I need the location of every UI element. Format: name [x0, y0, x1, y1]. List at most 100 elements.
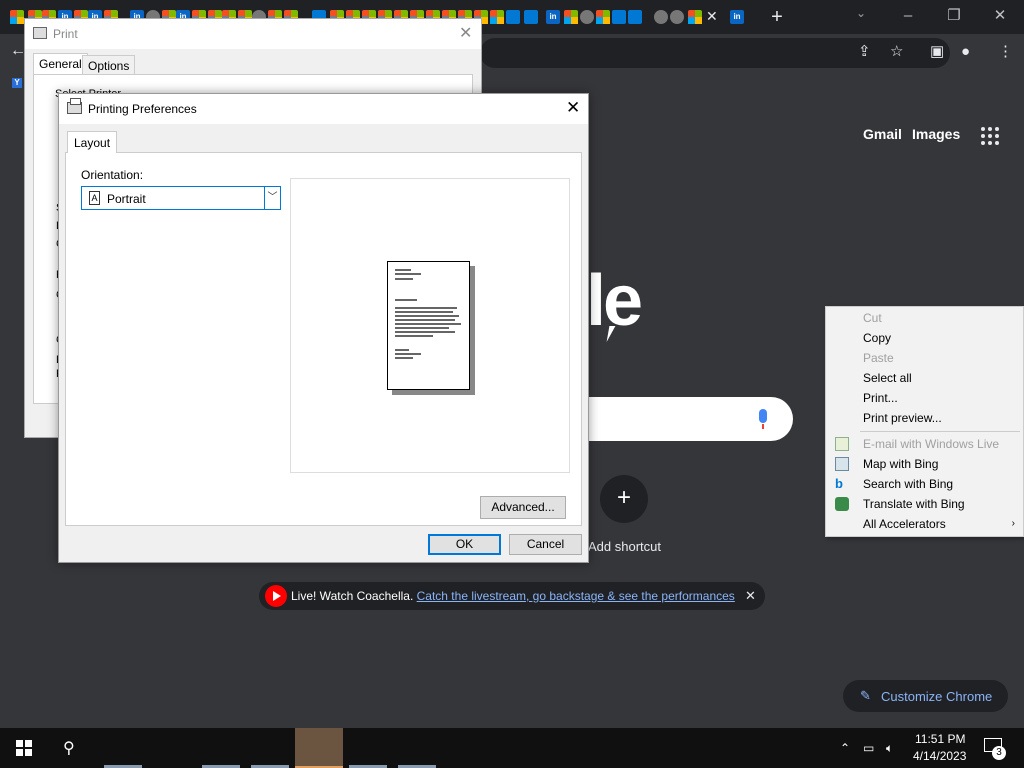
preview-text-line: [395, 335, 433, 337]
printing-preferences-titlebar: Printing Preferences ✕: [59, 94, 588, 124]
tab-favicon-generic-icon[interactable]: [580, 10, 594, 24]
share-icon[interactable]: ⇪: [858, 44, 871, 60]
menu-item-all-accelerators[interactable]: All Accelerators ›: [826, 514, 1023, 534]
cancel-button[interactable]: Cancel: [509, 534, 582, 555]
window-close-icon[interactable]: ✕: [990, 6, 1010, 26]
orientation-dropdown[interactable]: A Portrait ﹀: [81, 186, 281, 210]
tab-favicon-edge-icon[interactable]: [628, 10, 642, 24]
advanced-button[interactable]: Advanced...: [480, 496, 566, 519]
profile-icon[interactable]: ●: [961, 44, 970, 60]
bing-icon: b: [835, 476, 843, 491]
microphone-icon[interactable]: [759, 409, 767, 429]
menu-kebab-icon[interactable]: ⋮: [998, 44, 1013, 60]
network-icon[interactable]: ▭: [863, 741, 874, 755]
address-bar[interactable]: [480, 38, 950, 68]
windows-start-icon[interactable]: [16, 740, 32, 756]
menu-item-label: Translate with Bing: [863, 497, 965, 511]
restore-icon[interactable]: ❐: [944, 6, 964, 26]
preview-text-line: [395, 311, 453, 313]
menu-item-map-with-bing[interactable]: Map with Bing: [826, 454, 1023, 474]
images-link[interactable]: Images: [912, 126, 960, 142]
print-close-icon[interactable]: ✕: [459, 23, 472, 43]
tab-favicon-microsoft-icon[interactable]: [596, 10, 610, 24]
preview-page: [387, 261, 470, 390]
promo-message: Live! Watch Coachella.: [291, 589, 414, 603]
promo-link[interactable]: Catch the livestream, go backstage & see…: [417, 589, 735, 603]
tab-search-icon[interactable]: ⌄: [856, 6, 866, 20]
customize-chrome-label: Customize Chrome: [881, 689, 993, 704]
preview-text-line: [395, 278, 413, 280]
clock-date[interactable]: 4/14/2023: [913, 749, 966, 763]
menu-item-copy[interactable]: Copy: [826, 328, 1023, 348]
tab-favicon-microsoft-icon[interactable]: [10, 10, 24, 24]
close-icon[interactable]: ✕: [566, 98, 580, 118]
menu-item-search-with-bing[interactable]: b Search with Bing: [826, 474, 1023, 494]
add-shortcut-label[interactable]: Add shortcut: [588, 539, 661, 554]
side-panel-icon[interactable]: ▣: [930, 44, 944, 60]
preview-text-line: [395, 327, 449, 329]
close-tab-icon[interactable]: ✕: [706, 8, 718, 25]
windows-taskbar: ⚲ ⌃ ▭ 🔈︎ 11:51 PM 4/14/2023 3: [0, 728, 1024, 768]
preview-text-line: [395, 273, 421, 275]
tab-options[interactable]: Options: [82, 55, 136, 75]
clock-time[interactable]: 11:51 PM: [915, 732, 965, 746]
layout-preview: [290, 178, 570, 473]
menu-item-paste: Paste: [863, 351, 894, 365]
tab-favicon-edge-icon[interactable]: [506, 10, 520, 24]
preview-text-line: [395, 323, 461, 325]
menu-item-select-all[interactable]: Select all: [826, 368, 1023, 388]
bookmark-star-icon[interactable]: ☆: [890, 44, 903, 60]
menu-item-label: Search with Bing: [863, 477, 954, 491]
windows-live-mail-icon: [835, 437, 849, 451]
printer-icon: [33, 27, 47, 39]
ok-button[interactable]: OK: [428, 534, 501, 555]
preview-text-line: [395, 299, 417, 301]
menu-item-translate-with-bing[interactable]: Translate with Bing: [826, 494, 1023, 514]
menu-item-label: All Accelerators: [863, 517, 946, 531]
orientation-value: Portrait: [107, 192, 146, 206]
bookmark-yahoo-icon[interactable]: Y: [12, 78, 22, 88]
tab-favicon-linkedin-icon[interactable]: in: [546, 10, 560, 24]
tab-favicon-edge-icon[interactable]: [524, 10, 538, 24]
menu-item-label: E-mail with Windows Live: [863, 437, 1000, 451]
menu-item-print[interactable]: Print...: [826, 388, 1023, 408]
printing-preferences-dialog: Printing Preferences ✕ Layout Orientatio…: [58, 93, 589, 563]
preview-text-line: [395, 331, 455, 333]
search-icon[interactable]: ⚲: [63, 738, 75, 758]
preview-text-line: [395, 353, 421, 355]
preview-text-line: [395, 315, 459, 317]
tab-favicon-microsoft-icon[interactable]: [564, 10, 578, 24]
menu-item-print-preview[interactable]: Print preview...: [826, 408, 1023, 428]
chevron-up-icon[interactable]: ⌃: [840, 741, 850, 755]
tab-layout[interactable]: Layout: [67, 131, 118, 153]
menu-item-cut: Cut: [863, 311, 882, 325]
minimize-icon[interactable]: –: [898, 6, 918, 26]
taskbar-active-app[interactable]: [295, 728, 343, 768]
layout-panel: Orientation: A Portrait ﹀ Advanced...: [65, 152, 582, 526]
tab-favicon-linkedin-icon[interactable]: in: [730, 10, 744, 24]
tab-favicon-microsoft-icon[interactable]: [490, 10, 504, 24]
youtube-icon: [265, 585, 287, 607]
chevron-down-icon[interactable]: ﹀: [264, 187, 280, 209]
tab-favicon-generic-icon[interactable]: [670, 10, 684, 24]
google-apps-icon[interactable]: [981, 127, 999, 145]
print-dialog-titlebar: Print ✕: [25, 19, 481, 49]
new-tab-button[interactable]: +: [766, 6, 788, 28]
tab-favicon-microsoft-icon[interactable]: [688, 10, 702, 24]
print-dialog-title: Print: [53, 27, 78, 41]
gmail-link[interactable]: Gmail: [863, 126, 902, 142]
chevron-right-icon: ›: [1011, 518, 1015, 529]
customize-chrome-button[interactable]: ✎ Customize Chrome: [843, 680, 1008, 712]
volume-icon[interactable]: 🔈︎: [886, 741, 893, 756]
add-shortcut-button[interactable]: +: [600, 475, 648, 523]
tab-general[interactable]: General: [33, 53, 88, 75]
menu-separator: [860, 431, 1020, 432]
translate-icon: [835, 497, 849, 511]
close-promo-icon[interactable]: ✕: [745, 588, 756, 604]
tab-favicon-generic-icon[interactable]: [654, 10, 668, 24]
printer-icon: [67, 98, 82, 114]
promo-text: Live! Watch Coachella. Catch the livestr…: [291, 589, 735, 603]
preview-text-line: [395, 319, 455, 321]
tab-favicon-edge-icon[interactable]: [612, 10, 626, 24]
pencil-icon: ✎: [860, 688, 871, 703]
